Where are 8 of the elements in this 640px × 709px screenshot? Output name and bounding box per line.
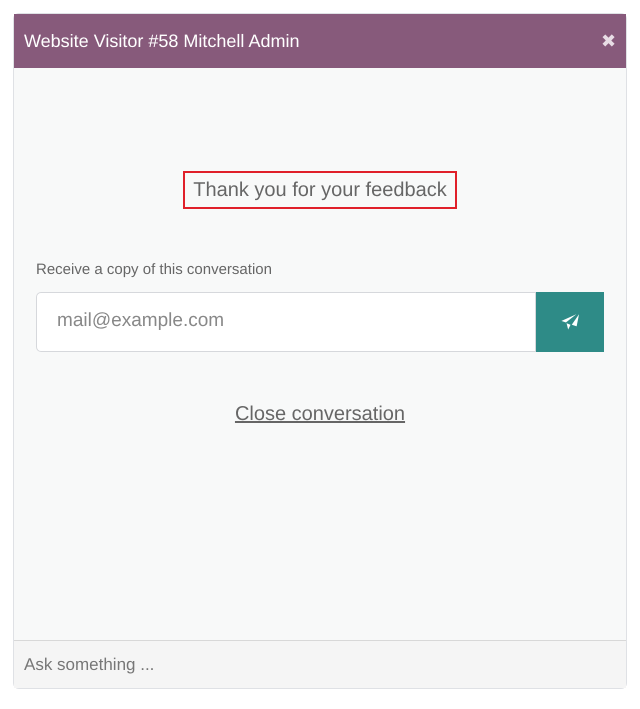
close-button[interactable]: ✖ xyxy=(601,32,616,50)
close-conversation-link[interactable]: Close conversation xyxy=(234,398,406,428)
highlighted-message: Thank you for your feedback xyxy=(183,171,457,209)
send-button[interactable] xyxy=(536,292,604,352)
window-title: Website Visitor #58 Mitchell Admin xyxy=(24,30,300,52)
email-field[interactable]: mail@example.com xyxy=(36,292,536,352)
field-label: Receive a copy of this conversation xyxy=(36,260,272,280)
message-input[interactable]: Ask something ... xyxy=(14,641,626,688)
